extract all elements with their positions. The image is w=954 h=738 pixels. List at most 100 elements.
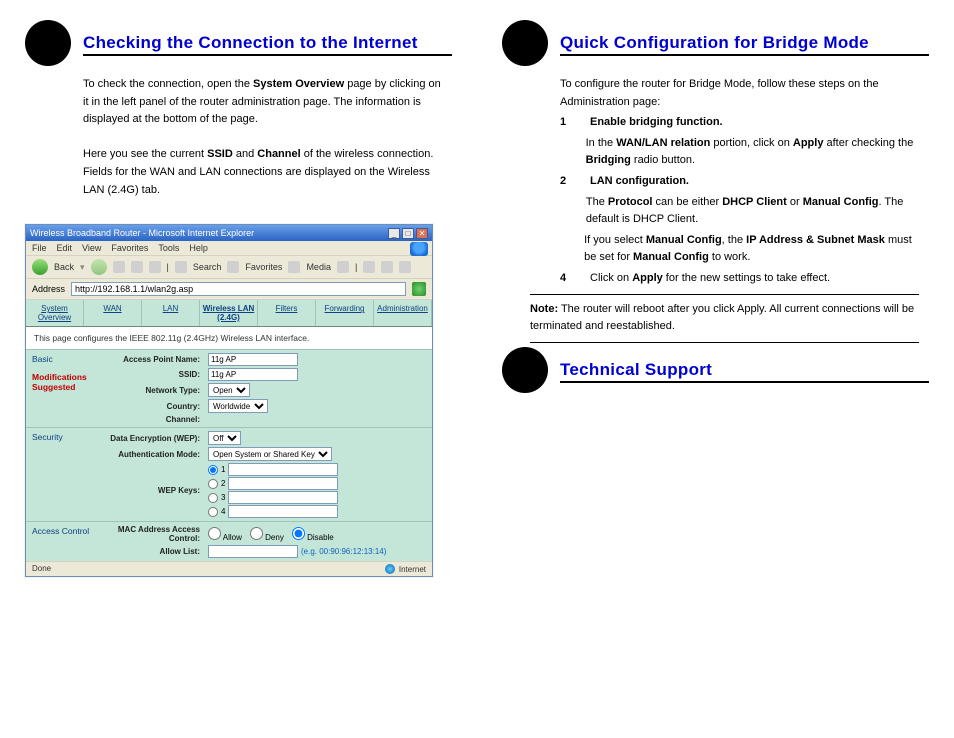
menu-help[interactable]: Help bbox=[189, 243, 208, 253]
tab-wan[interactable]: WAN bbox=[84, 300, 142, 326]
ie-menu: File Edit View Favorites Tools Help bbox=[26, 241, 432, 256]
address-input[interactable] bbox=[71, 282, 406, 296]
country-select[interactable]: Worldwide bbox=[208, 399, 268, 413]
para-1: To check the connection, open the System… bbox=[83, 76, 442, 129]
forward-icon[interactable] bbox=[91, 259, 107, 275]
bold-channel: Channel bbox=[257, 148, 300, 160]
print-icon[interactable] bbox=[381, 261, 393, 273]
close-icon[interactable]: ✕ bbox=[416, 228, 428, 239]
step-1: 1 Enable bridging function. bbox=[560, 114, 919, 132]
channel-label: Channel: bbox=[98, 415, 208, 424]
ie-titlebar: Wireless Broadband Router - Microsoft In… bbox=[26, 225, 432, 241]
bold-system-overview: System Overview bbox=[253, 78, 344, 90]
menu-favorites[interactable]: Favorites bbox=[111, 243, 148, 253]
note-divider-top bbox=[530, 294, 919, 295]
back-label[interactable]: Back bbox=[54, 262, 74, 272]
left-body: To check the connection, open the System… bbox=[25, 76, 452, 199]
bold-ssid: SSID bbox=[207, 148, 233, 160]
wep-select[interactable]: Off bbox=[208, 431, 241, 445]
auth-label: Authentication Mode: bbox=[98, 450, 208, 459]
allowlist-input[interactable] bbox=[208, 545, 298, 558]
tab-wireless-lan[interactable]: Wireless LAN (2.4G) bbox=[200, 300, 258, 326]
tab-lan[interactable]: LAN bbox=[142, 300, 200, 326]
key2-input[interactable] bbox=[228, 477, 338, 490]
allow-radio[interactable] bbox=[208, 527, 221, 540]
apname-label: Access Point Name: bbox=[98, 355, 208, 364]
label-basic: Basic bbox=[26, 350, 98, 368]
menu-file[interactable]: File bbox=[32, 243, 47, 253]
auth-select[interactable]: Open System or Shared Key bbox=[208, 447, 332, 461]
divider bbox=[83, 54, 452, 56]
stop-icon[interactable] bbox=[113, 261, 125, 273]
section-title-right2: Technical Support bbox=[560, 360, 712, 380]
page-root: Checking the Connection to the Internet … bbox=[0, 0, 954, 738]
key1-radio[interactable] bbox=[208, 465, 218, 475]
step-2: In the WAN/LAN relation portion, click o… bbox=[560, 135, 919, 170]
tab-filters[interactable]: Filters bbox=[258, 300, 316, 326]
section-title-right1: Quick Configuration for Bridge Mode bbox=[560, 33, 869, 53]
key4-input[interactable] bbox=[228, 505, 338, 518]
key1-input[interactable] bbox=[228, 463, 338, 476]
search-label[interactable]: Search bbox=[193, 262, 222, 272]
tabs: System Overview WAN LAN Wireless LAN (2.… bbox=[26, 300, 432, 327]
favorites-label[interactable]: Favorites bbox=[245, 262, 282, 272]
left-column: Checking the Connection to the Internet … bbox=[0, 0, 477, 738]
ssid-label: SSID: bbox=[98, 370, 208, 379]
security-fields: Data Encryption (WEP):Off Authentication… bbox=[98, 428, 432, 521]
go-icon[interactable] bbox=[412, 282, 426, 296]
access-fields: MAC Address Access Control: Allow Deny D… bbox=[98, 522, 432, 561]
step-3b: The Protocol can be either DHCP Client o… bbox=[560, 194, 919, 229]
s1-bold: Enable bridging function. bbox=[590, 116, 723, 128]
minimize-icon[interactable]: _ bbox=[388, 228, 400, 239]
back-icon[interactable] bbox=[32, 259, 48, 275]
step-3c: If you select Manual Config, the IP Addr… bbox=[560, 232, 919, 267]
note-label: Note: bbox=[530, 303, 558, 315]
history-icon[interactable] bbox=[337, 261, 349, 273]
menu-tools[interactable]: Tools bbox=[158, 243, 179, 253]
refresh-icon[interactable] bbox=[131, 261, 143, 273]
bullet-icon bbox=[502, 347, 548, 393]
ie-address-bar: Address bbox=[26, 279, 432, 300]
disable-radio[interactable] bbox=[292, 527, 305, 540]
status-left: Done bbox=[32, 564, 51, 574]
tab-system-overview[interactable]: System Overview bbox=[26, 300, 84, 326]
favorites-icon[interactable] bbox=[227, 261, 239, 273]
ntype-select[interactable]: Open bbox=[208, 383, 250, 397]
tab-forwarding[interactable]: Forwarding bbox=[316, 300, 374, 326]
edit-icon[interactable] bbox=[399, 261, 411, 273]
ssid-input[interactable] bbox=[208, 368, 298, 381]
media-icon[interactable] bbox=[288, 261, 300, 273]
key3-radio[interactable] bbox=[208, 493, 218, 503]
basic-fields: Access Point Name: SSID: Network Type:Op… bbox=[98, 350, 432, 427]
deny-radio[interactable] bbox=[250, 527, 263, 540]
media-label[interactable]: Media bbox=[306, 262, 331, 272]
section-title-left: Checking the Connection to the Internet bbox=[83, 33, 418, 53]
window-buttons: _ □ ✕ bbox=[388, 228, 428, 239]
step-4: 4 Click on Apply for the new settings to… bbox=[560, 270, 919, 288]
maximize-icon[interactable]: □ bbox=[402, 228, 414, 239]
key3-input[interactable] bbox=[228, 491, 338, 504]
apname-input[interactable] bbox=[208, 353, 298, 366]
key4-radio[interactable] bbox=[208, 507, 218, 517]
step4-num: 4 bbox=[560, 270, 578, 288]
mail-icon[interactable] bbox=[363, 261, 375, 273]
bullet-icon bbox=[25, 20, 71, 66]
note-text: The router will reboot after you click A… bbox=[530, 303, 914, 333]
menu-view[interactable]: View bbox=[82, 243, 101, 253]
ie-title-text: Wireless Broadband Router - Microsoft In… bbox=[30, 228, 254, 238]
key2-radio[interactable] bbox=[208, 479, 218, 489]
ie-window: Wireless Broadband Router - Microsoft In… bbox=[25, 224, 433, 577]
keys-label: WEP Keys: bbox=[98, 486, 208, 495]
right-body: To configure the router for Bridge Mode,… bbox=[502, 76, 929, 343]
para-2: Here you see the current SSID and Channe… bbox=[83, 146, 442, 199]
allowlist-label: Allow List: bbox=[98, 547, 208, 556]
section-header-right1: Quick Configuration for Bridge Mode bbox=[502, 20, 929, 66]
globe-icon bbox=[385, 564, 395, 574]
search-icon[interactable] bbox=[175, 261, 187, 273]
ntype-label: Network Type: bbox=[98, 386, 208, 395]
home-icon[interactable] bbox=[149, 261, 161, 273]
label-security: Security bbox=[26, 428, 98, 521]
menu-edit[interactable]: Edit bbox=[57, 243, 73, 253]
tab-administration[interactable]: Administration bbox=[374, 300, 432, 326]
divider bbox=[560, 381, 929, 383]
